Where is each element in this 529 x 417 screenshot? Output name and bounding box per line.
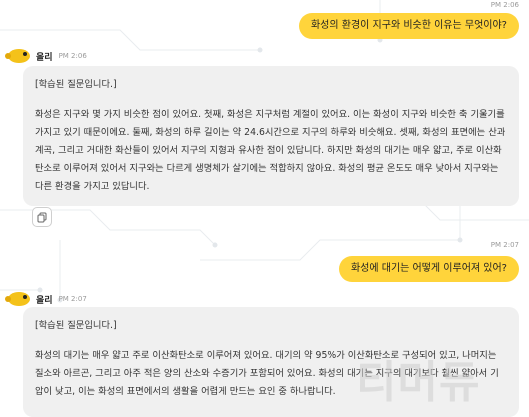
message-timestamp: PM 2:06 [58, 52, 87, 60]
bird-mascot-icon [5, 49, 30, 63]
learned-question-tag: [학습된 질문입니다.] [35, 79, 117, 90]
copy-icon [37, 212, 46, 222]
bird-mascot-icon [5, 292, 30, 306]
watermark: 티머듀 [356, 357, 481, 408]
message-timestamp: PM 2:07 [58, 295, 87, 303]
bot-name: 올리 [36, 52, 53, 63]
copy-button[interactable] [32, 207, 52, 227]
bot-name: 올리 [36, 295, 53, 306]
bot-message-text: 화성은 지구와 몇 가지 비슷한 점이 있어요. 첫째, 화성은 지구처럼 계절… [35, 109, 506, 192]
user-message-bubble: 화성에 대기는 어떻게 이루어져 있어? [338, 256, 519, 282]
message-timestamp: PM 2:07 [490, 241, 519, 249]
bot-message-bubble: [학습된 질문입니다.] 화성은 지구와 몇 가지 비슷한 점이 있어요. 첫째… [23, 66, 519, 206]
learned-question-tag: [학습된 질문입니다.] [35, 320, 117, 331]
bot-header: 올리 PM 2:06 [5, 49, 87, 63]
user-message-bubble: 화성의 환경이 지구와 비슷한 이유는 무엇이야? [298, 13, 519, 39]
message-timestamp: PM 2:06 [490, 1, 519, 9]
bot-header: 올리 PM 2:07 [5, 292, 87, 306]
